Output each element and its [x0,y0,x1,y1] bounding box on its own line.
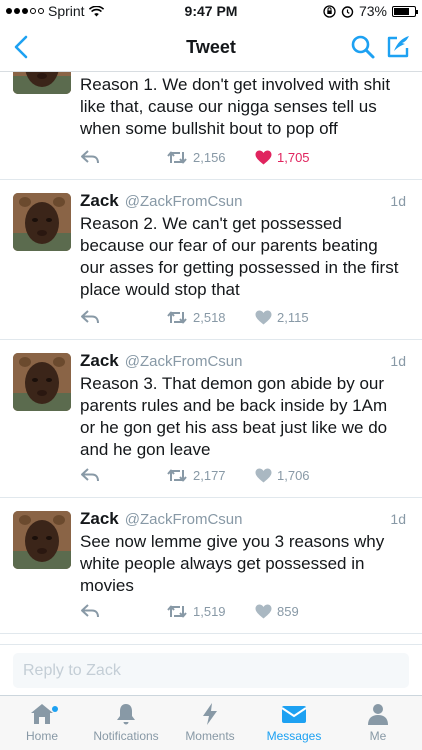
conversation-feed[interactable]: Reason 1. We don't get involved with shi… [0,72,422,644]
author-handle[interactable]: @ZackFromCsun [125,511,243,528]
tab-me[interactable]: Me [336,702,420,743]
avatar-image [13,353,71,411]
retweet-icon [167,605,187,618]
like-button[interactable]: 1,706 [255,468,310,483]
avatar[interactable] [13,72,71,94]
lightning-icon [203,703,217,725]
retweet-button[interactable]: 2,156 [166,150,226,165]
like-count: 1,706 [277,468,310,483]
alarm-icon [341,5,354,18]
tweet[interactable]: Zack @ZackFromCsun 1d See now lemme give… [0,498,422,634]
tweet-timestamp: 1d [390,511,406,527]
retweet-button[interactable]: 2,177 [166,468,226,483]
search-icon[interactable] [350,34,376,60]
like-count: 2,115 [277,310,309,325]
retweet-button[interactable]: 1,519 [166,604,226,619]
like-button[interactable]: 2,115 [255,310,309,325]
tweet[interactable]: Reason 1. We don't get involved with shi… [0,72,422,180]
person-icon [368,704,388,725]
home-icon [31,704,53,724]
battery-icon [392,5,418,17]
heart-icon [255,468,272,483]
retweet-icon [167,151,187,164]
tweet-body: Zack @ZackFromCsun 1d Reason 2. We can't… [80,191,406,301]
tweet[interactable]: Zack @ZackFromCsun 1d Reason 3. That dem… [0,340,422,498]
reply-button[interactable] [80,604,100,618]
tweet-body: Reason 1. We don't get involved with shi… [80,74,406,140]
tweet-timestamp: 1d [390,193,406,209]
tab-label: Me [369,729,387,743]
heart-icon [255,604,272,619]
compose-tweet-icon[interactable] [384,33,412,61]
tweet-text: Reason 3. That demon gon abide by our pa… [80,374,388,459]
tab-label: Moments [185,729,235,743]
author-name[interactable]: Zack [80,191,119,211]
like-button[interactable]: 859 [255,604,299,619]
tweet-header: Zack @ZackFromCsun 1d [80,351,406,373]
tweet-body: Zack @ZackFromCsun 1d See now lemme give… [80,509,406,597]
tweet[interactable]: Zack @ZackFromCsun 1d Reason 2. We can't… [0,180,422,340]
avatar-image [13,72,71,94]
tweet-body: Zack @ZackFromCsun 1d Reason 3. That dem… [80,351,406,461]
reply-button[interactable] [80,310,100,324]
retweet-count: 2,156 [193,150,226,165]
tab-messages[interactable]: Messages [252,702,336,743]
like-count: 1,705 [277,150,310,165]
tab-bar: Home Notifications Moments Messages Me [0,695,422,750]
avatar[interactable] [13,193,71,251]
avatar-image [13,511,71,569]
tweet-timestamp: 1d [390,353,406,369]
tab-moments[interactable]: Moments [168,702,252,743]
bell-icon [117,704,135,725]
retweet-icon [167,311,187,324]
tweet-actions: 2,518 2,115 [80,310,400,330]
reply-icon [81,468,99,482]
tab-label: Home [25,729,58,743]
tweet-text: See now lemme give you 3 reasons why whi… [80,532,385,595]
tweet-actions: 1,519 859 [80,604,400,624]
reply-icon [81,150,99,164]
reply-button[interactable] [80,468,100,482]
retweet-count: 1,519 [193,604,226,619]
tab-label: Notifications [93,729,159,743]
retweet-button[interactable]: 2,518 [166,310,226,325]
battery-level [394,7,409,15]
tab-home[interactable]: Home [0,702,84,743]
retweet-icon [167,469,187,482]
heart-icon [255,150,272,165]
tab-notifications[interactable]: Notifications [84,702,168,743]
avatar[interactable] [13,353,71,411]
rotation-lock-icon [323,4,336,18]
reply-icon [81,604,99,618]
reply-icon [81,310,99,324]
status-right: 73% [323,3,418,19]
author-name[interactable]: Zack [80,351,119,371]
tweet-header: Zack @ZackFromCsun 1d [80,509,406,531]
tweet-text: Reason 2. We can't get possessed because… [80,214,399,299]
author-handle[interactable]: @ZackFromCsun [125,193,243,210]
tweet-actions: 2,156 1,705 [80,150,400,170]
author-name[interactable]: Zack [80,509,119,529]
tab-label: Messages [266,729,322,743]
navigation-bar: Tweet [0,22,422,72]
avatar[interactable] [13,511,71,569]
heart-icon [255,310,272,325]
retweet-count: 2,177 [193,468,226,483]
tweet-header: Zack @ZackFromCsun 1d [80,191,406,213]
like-count: 859 [277,604,299,619]
author-handle[interactable]: @ZackFromCsun [125,353,243,370]
status-bar: Sprint 9:47 PM 73% [0,0,422,22]
envelope-icon [281,706,307,723]
reply-button[interactable] [80,150,100,164]
tweet-text: Reason 1. We don't get involved with shi… [80,75,391,138]
tweet-actions: 2,177 1,706 [80,468,400,488]
retweet-count: 2,518 [193,310,226,325]
reply-input[interactable] [13,653,409,688]
like-button[interactable]: 1,705 [255,150,310,165]
new-content-indicator [52,706,58,712]
avatar-image [13,193,71,251]
reply-bar [0,644,422,695]
battery-percentage: 73% [358,3,387,19]
